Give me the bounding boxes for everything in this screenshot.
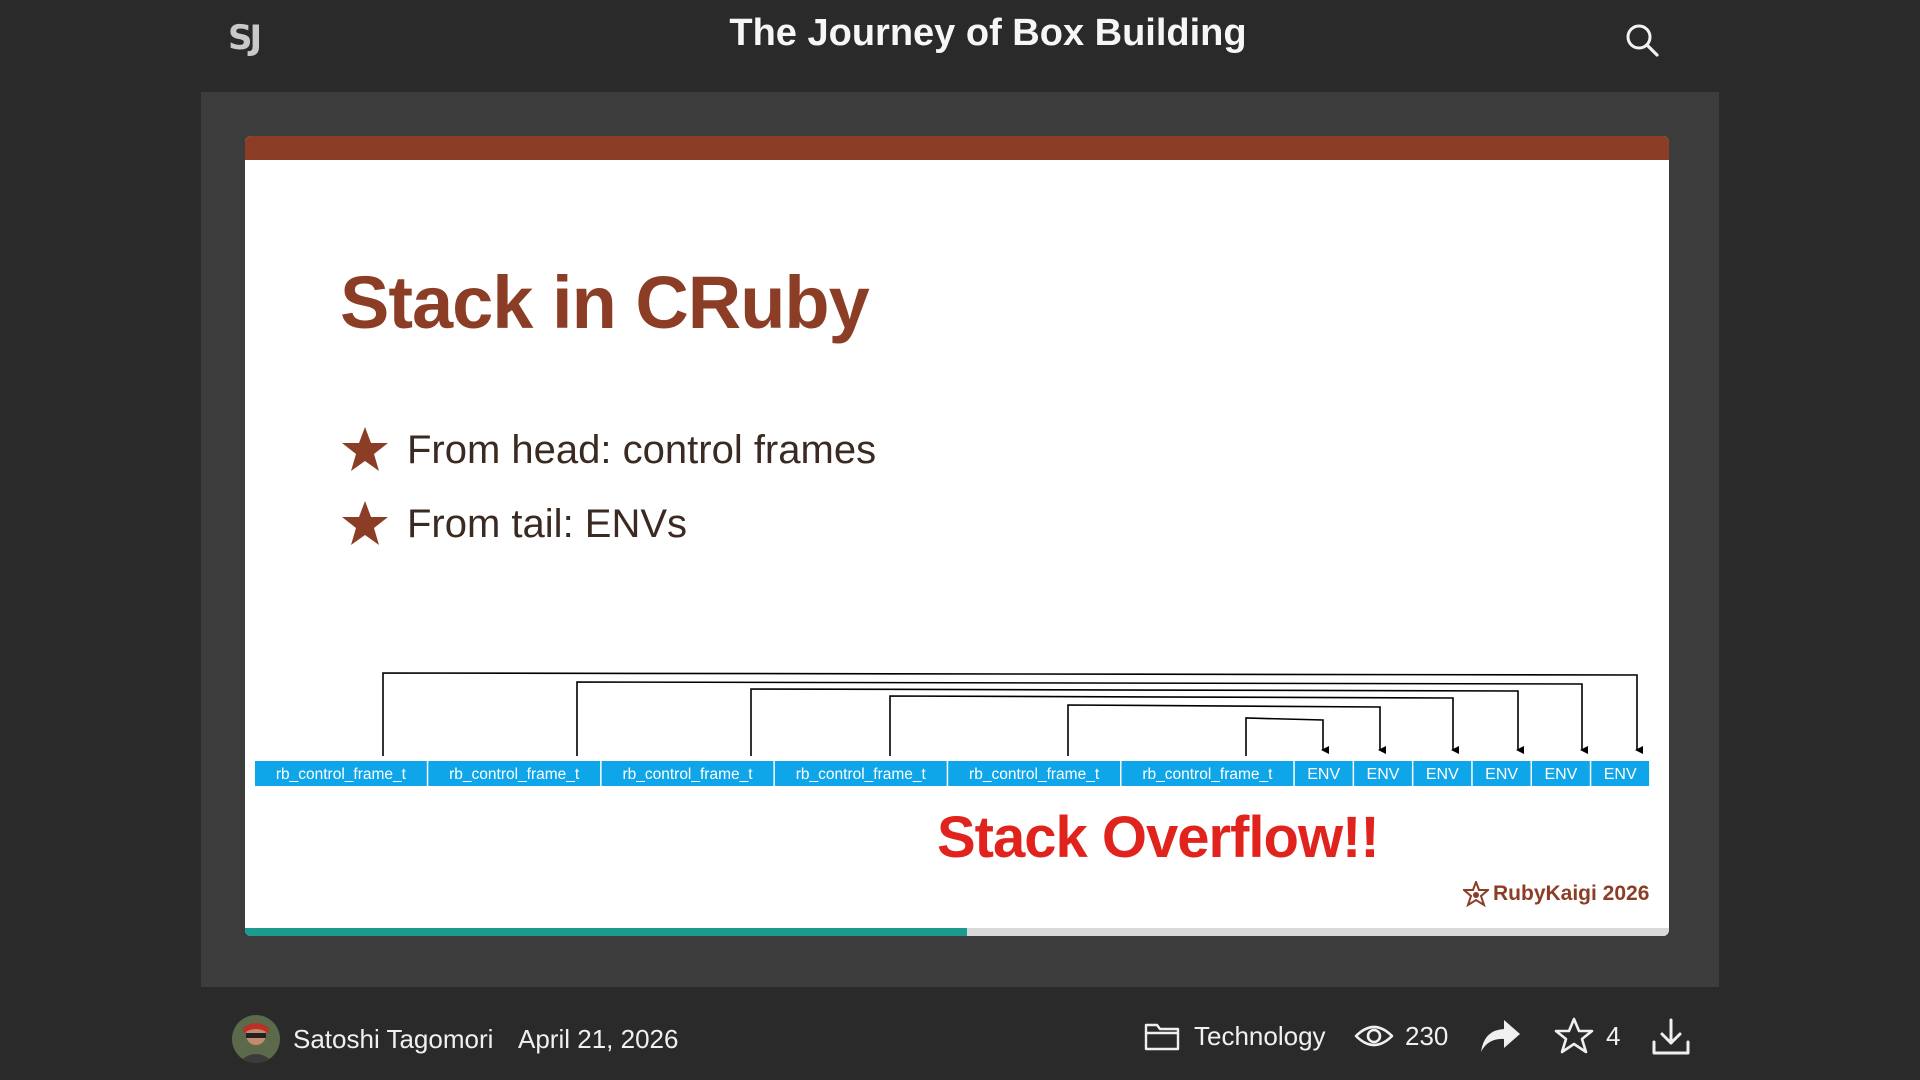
control-frame-label: rb_control_frame_t bbox=[622, 766, 753, 783]
env-label: ENV bbox=[1485, 766, 1518, 783]
slide-viewer[interactable]: Stack in CRuby From head: control frames… bbox=[201, 92, 1719, 987]
search-icon[interactable] bbox=[1622, 20, 1662, 60]
env-label: ENV bbox=[1307, 766, 1340, 783]
event-name: RubyKaigi 2026 bbox=[1493, 882, 1650, 905]
top-bar: SJ The Journey of Box Building bbox=[0, 0, 1920, 90]
control-frame-label: rb_control_frame_t bbox=[969, 766, 1100, 783]
avatar[interactable] bbox=[232, 1015, 280, 1063]
star-outline-icon bbox=[1554, 1017, 1594, 1054]
download-icon[interactable] bbox=[1650, 1016, 1692, 1058]
rubykaigi-logo-icon bbox=[1463, 881, 1489, 907]
publish-date: April 21, 2026 bbox=[518, 1024, 679, 1054]
env-label: ENV bbox=[1367, 766, 1400, 783]
stack-overflow-text: Stack Overflow!! bbox=[937, 805, 1380, 870]
frame-env-link-arrow bbox=[382, 672, 1643, 756]
views-count: 230 bbox=[1405, 1021, 1449, 1051]
category-label: Technology bbox=[1194, 1021, 1326, 1051]
frame-env-link-arrow bbox=[576, 681, 1588, 756]
control-frame-label: rb_control_frame_t bbox=[276, 766, 407, 783]
eye-icon bbox=[1354, 1025, 1394, 1047]
frame-env-link-arrow bbox=[1067, 704, 1386, 756]
frame-env-link-arrow bbox=[1245, 717, 1329, 756]
author-name[interactable]: Satoshi Tagomori bbox=[293, 1022, 493, 1056]
frame-env-link-arrow bbox=[750, 688, 1524, 756]
env-label: ENV bbox=[1544, 766, 1577, 783]
share-icon[interactable] bbox=[1478, 1016, 1522, 1056]
env-label: ENV bbox=[1426, 766, 1459, 783]
control-frame-label: rb_control_frame_t bbox=[1142, 766, 1273, 783]
folder-icon bbox=[1144, 1023, 1180, 1051]
star-count: 4 bbox=[1606, 1021, 1621, 1051]
slide[interactable]: Stack in CRuby From head: control frames… bbox=[245, 136, 1669, 936]
control-frame-label: rb_control_frame_t bbox=[449, 766, 580, 783]
env-label: ENV bbox=[1604, 766, 1637, 783]
control-frame-label: rb_control_frame_t bbox=[796, 766, 927, 783]
slide-progress-fill bbox=[245, 928, 967, 936]
slide-progress-bar[interactable] bbox=[245, 928, 1669, 936]
footer-bar: Satoshi Tagomori April 21, 2026 Technolo… bbox=[0, 1000, 1920, 1080]
